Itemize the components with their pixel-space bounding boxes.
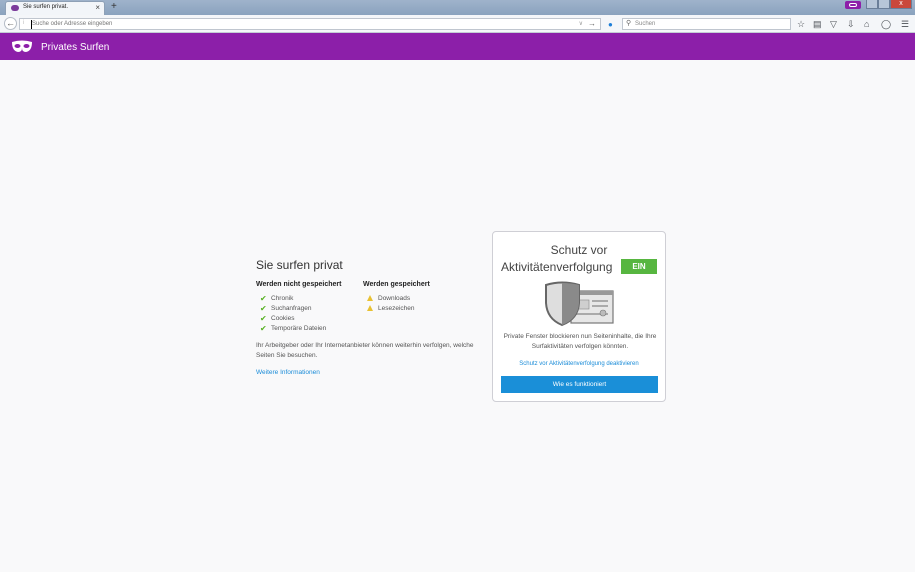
list-item: Downloads	[378, 295, 411, 302]
clipboard-icon[interactable]: ▤	[813, 18, 822, 30]
download-icon[interactable]: ⇩	[847, 18, 855, 30]
private-browsing-header: Privates Surfen	[0, 33, 915, 60]
window-close-button[interactable]: x	[890, 0, 912, 9]
warning-icon	[367, 295, 373, 301]
tracking-note: Ihr Arbeitgeber oder Ihr Internetanbiete…	[256, 342, 474, 359]
go-button[interactable]: →	[588, 19, 596, 28]
tracking-protection-card: Schutz vor Aktivitätenverfolgung EIN Pri…	[492, 231, 666, 402]
new-tab-button[interactable]: +	[111, 1, 117, 13]
check-icon: ✔	[260, 294, 267, 303]
menu-icon[interactable]: ☰	[901, 18, 909, 30]
search-icon: ⚲	[626, 20, 632, 27]
pocket-icon[interactable]: ▽	[830, 18, 837, 30]
list-item: Lesezeichen	[378, 305, 415, 312]
star-icon[interactable]: ☆	[797, 18, 805, 30]
window-maximize-button[interactable]	[878, 0, 890, 9]
tab-close-button[interactable]: ×	[95, 3, 100, 13]
shield-illustration-icon	[545, 281, 614, 327]
chat-icon[interactable]: ◯	[881, 18, 891, 30]
home-icon[interactable]: ⌂	[864, 18, 869, 30]
window-minimize-button[interactable]	[866, 0, 878, 9]
page-title: Privates Surfen	[41, 42, 110, 53]
list-item: Suchanfragen	[271, 305, 312, 312]
card-title-line1: Schutz vor	[550, 243, 608, 257]
card-title-line2: Aktivitätenverfolgung	[501, 260, 613, 274]
main-heading: Sie surfen privat	[256, 258, 343, 272]
tracking-description: Private Fenster blockieren nun Seiteninh…	[503, 333, 657, 350]
tab-private[interactable]: Sie surfen privat. ×	[5, 1, 105, 15]
url-input[interactable]: Suche oder Adresse eingeben	[32, 21, 112, 27]
saved-heading: Werden gespeichert	[363, 281, 430, 288]
check-icon: ✔	[260, 324, 267, 333]
more-info-link[interactable]: Weitere Informationen	[256, 369, 320, 376]
list-item: Cookies	[271, 315, 295, 322]
check-icon: ✔	[260, 304, 267, 313]
warning-icon	[367, 305, 373, 311]
check-icon: ✔	[260, 314, 267, 323]
deactivate-tracking-link[interactable]: Schutz vor Aktivitätenverfolgung deaktiv…	[493, 361, 665, 367]
search-bar[interactable]: ⚲ Suchen	[622, 18, 791, 30]
private-mask-icon	[12, 40, 32, 52]
back-button[interactable]: ←	[4, 17, 17, 30]
private-mask-icon	[11, 5, 19, 11]
list-item: Chronik	[271, 295, 294, 302]
url-bar[interactable]: i Suche oder Adresse eingeben ∨ →	[19, 18, 601, 30]
site-info-icon[interactable]: i	[23, 20, 24, 26]
url-dropdown-icon[interactable]: ∨	[579, 20, 583, 27]
status-badge[interactable]: EIN	[621, 259, 657, 274]
not-saved-heading: Werden nicht gespeichert	[256, 281, 342, 288]
private-browsing-indicator-icon	[845, 1, 861, 9]
list-item: Temporäre Dateien	[271, 325, 327, 332]
navigation-bar: ← i Suche oder Adresse eingeben ∨ → ● ⚲ …	[0, 15, 915, 33]
tab-title: Sie surfen privat.	[23, 4, 69, 10]
search-engine-icon[interactable]: ●	[608, 20, 613, 29]
how-it-works-button[interactable]: Wie es funktioniert	[501, 376, 658, 393]
search-input[interactable]: Suchen	[635, 21, 655, 27]
tab-bar: Sie surfen privat. × + x	[0, 0, 915, 15]
